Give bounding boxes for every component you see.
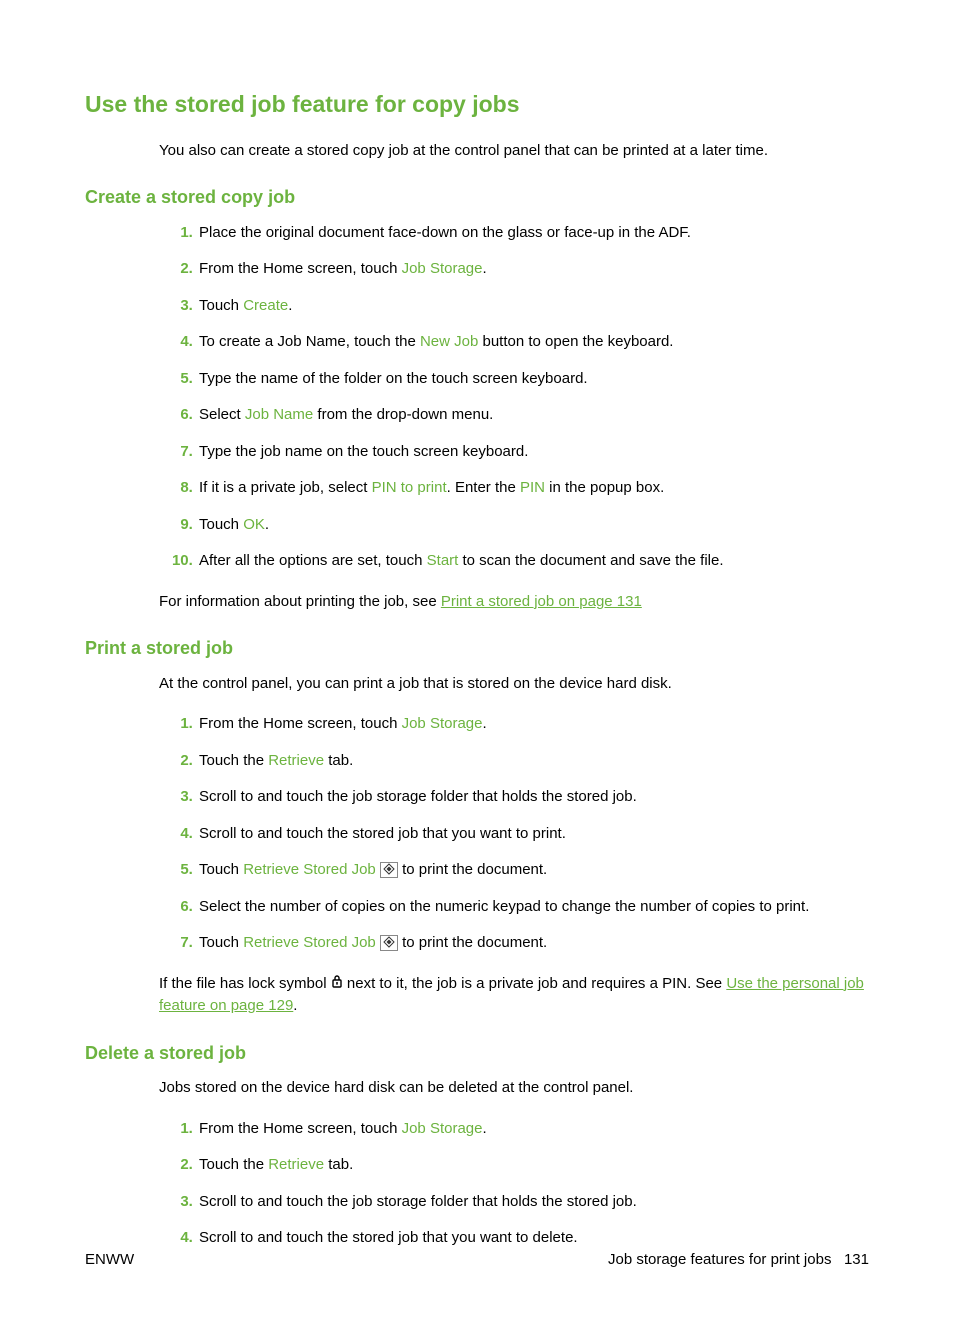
text: button to open the keyboard. — [478, 333, 673, 350]
text: . — [482, 260, 486, 277]
text: to print the document. — [402, 861, 547, 878]
print-intro: At the control panel, you can print a jo… — [159, 673, 869, 696]
text: Touch the — [199, 752, 268, 769]
print-step-3: Scroll to and touch the job storage fold… — [197, 786, 869, 809]
create-step-5: Type the name of the folder on the touch… — [197, 368, 869, 391]
text: Touch — [199, 297, 243, 314]
lock-icon — [331, 973, 343, 994]
ui-job-storage: Job Storage — [402, 715, 483, 732]
delete-step-3: Scroll to and touch the job storage fold… — [197, 1191, 869, 1214]
delete-step-1: From the Home screen, touch Job Storage. — [197, 1118, 869, 1141]
text: From the Home screen, touch — [199, 260, 402, 277]
print-step-5: Touch Retrieve Stored Job to print the d… — [197, 859, 869, 882]
create-step-1: Place the original document face-down on… — [197, 222, 869, 245]
ui-job-storage: Job Storage — [402, 1120, 483, 1137]
delete-steps: From the Home screen, touch Job Storage.… — [161, 1118, 869, 1250]
print-post-paragraph: If the file has lock symbol next to it, … — [159, 973, 869, 1018]
create-heading: Create a stored copy job — [85, 186, 869, 209]
footer-section-title: Job storage features for print jobs — [608, 1251, 831, 1268]
print-step-1: From the Home screen, touch Job Storage. — [197, 713, 869, 736]
text: . — [482, 715, 486, 732]
ui-retrieve-stored-job: Retrieve Stored Job — [243, 861, 376, 878]
footer-page-number: 131 — [844, 1251, 869, 1268]
text: If it is a private job, select — [199, 479, 372, 496]
text: in the popup box. — [545, 479, 664, 496]
text: from the drop-down menu. — [313, 406, 493, 423]
ui-retrieve-stored-job: Retrieve Stored Job — [243, 934, 376, 951]
text: tab. — [324, 752, 353, 769]
create-step-10: After all the options are set, touch Sta… — [197, 550, 869, 573]
intro-paragraph: You also can create a stored copy job at… — [159, 140, 869, 163]
page-footer: ENWW Job storage features for print jobs… — [85, 1251, 869, 1268]
text: tab. — [324, 1156, 353, 1173]
create-post-paragraph: For information about printing the job, … — [159, 591, 869, 614]
print-step-2: Touch the Retrieve tab. — [197, 750, 869, 773]
ui-create: Create — [243, 297, 288, 314]
text: Touch — [199, 861, 243, 878]
create-step-9: Touch OK. — [197, 514, 869, 537]
print-steps: From the Home screen, touch Job Storage.… — [161, 713, 869, 955]
text: For information about printing the job, … — [159, 593, 441, 610]
footer-left: ENWW — [85, 1251, 134, 1268]
text: From the Home screen, touch — [199, 715, 402, 732]
create-step-8: If it is a private job, select PIN to pr… — [197, 477, 869, 500]
delete-intro: Jobs stored on the device hard disk can … — [159, 1077, 869, 1100]
start-icon — [380, 862, 398, 878]
print-step-7: Touch Retrieve Stored Job to print the d… — [197, 932, 869, 955]
link-print-stored-job[interactable]: Print a stored job on page 131 — [441, 593, 642, 610]
start-icon — [380, 935, 398, 951]
create-step-3: Touch Create. — [197, 295, 869, 318]
ui-retrieve: Retrieve — [268, 752, 324, 769]
ui-pin: PIN — [520, 479, 545, 496]
text: . — [265, 516, 269, 533]
text: Touch — [199, 516, 243, 533]
text: to scan the document and save the file. — [458, 552, 723, 569]
print-step-6: Select the number of copies on the numer… — [197, 896, 869, 919]
text: From the Home screen, touch — [199, 1120, 402, 1137]
main-heading: Use the stored job feature for copy jobs — [85, 90, 869, 120]
ui-job-storage: Job Storage — [402, 260, 483, 277]
ui-pin-to-print: PIN to print — [372, 479, 447, 496]
text: next to it, the job is a private job and… — [343, 975, 727, 992]
ui-retrieve: Retrieve — [268, 1156, 324, 1173]
print-heading: Print a stored job — [85, 637, 869, 660]
create-steps: Place the original document face-down on… — [161, 222, 869, 573]
text: If the file has lock symbol — [159, 975, 331, 992]
ui-ok: OK — [243, 516, 265, 533]
text: . Enter the — [447, 479, 520, 496]
ui-start: Start — [427, 552, 459, 569]
text: to print the document. — [402, 934, 547, 951]
text: . — [482, 1120, 486, 1137]
create-step-2: From the Home screen, touch Job Storage. — [197, 258, 869, 281]
text: After all the options are set, touch — [199, 552, 427, 569]
document-page: Use the stored job feature for copy jobs… — [0, 0, 954, 1328]
text: Select — [199, 406, 245, 423]
create-step-4: To create a Job Name, touch the New Job … — [197, 331, 869, 354]
text: Touch the — [199, 1156, 268, 1173]
delete-step-4: Scroll to and touch the stored job that … — [197, 1227, 869, 1250]
ui-new-job: New Job — [420, 333, 478, 350]
text: . — [293, 997, 297, 1014]
create-step-6: Select Job Name from the drop-down menu. — [197, 404, 869, 427]
text: Touch — [199, 934, 243, 951]
delete-heading: Delete a stored job — [85, 1042, 869, 1065]
footer-right: Job storage features for print jobs 131 — [608, 1251, 869, 1268]
text: . — [288, 297, 292, 314]
delete-step-2: Touch the Retrieve tab. — [197, 1154, 869, 1177]
create-step-7: Type the job name on the touch screen ke… — [197, 441, 869, 464]
ui-job-name: Job Name — [245, 406, 313, 423]
text: To create a Job Name, touch the — [199, 333, 420, 350]
print-step-4: Scroll to and touch the stored job that … — [197, 823, 869, 846]
